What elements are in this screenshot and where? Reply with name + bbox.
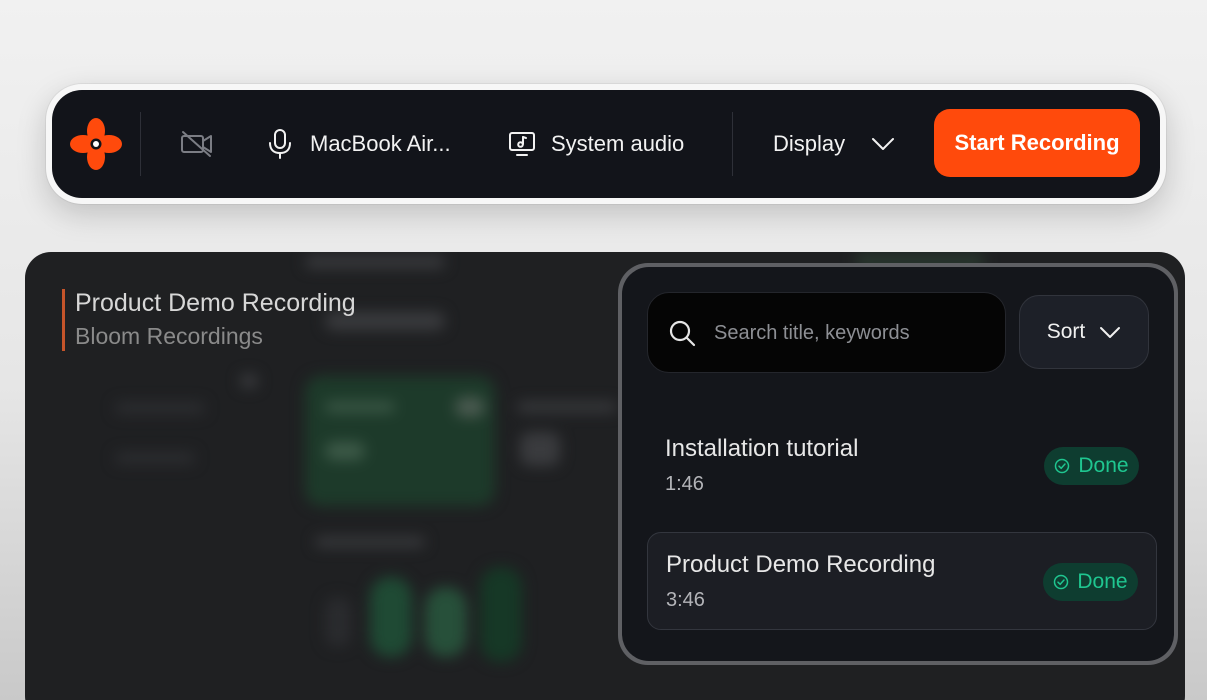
search-icon: [669, 320, 696, 347]
search-box: [647, 292, 1006, 373]
sort-label: Sort: [1046, 320, 1086, 343]
recording-duration: 1:46: [665, 473, 704, 495]
recordings-panel: Sort Installation tutorial 1:46 Done Pro…: [622, 267, 1174, 661]
status-badge: Done: [1043, 563, 1138, 601]
title-accent-bar: [62, 289, 65, 351]
system-audio-toggle[interactable]: System audio: [508, 124, 684, 164]
status-label: Done: [1077, 570, 1128, 593]
recording-item-selected[interactable]: Product Demo Recording 3:46 Done: [647, 532, 1157, 630]
toolbar-divider: [140, 112, 141, 176]
recording-title: Product Demo Recording: [666, 551, 936, 578]
system-audio-label: System audio: [551, 131, 685, 156]
start-recording-button[interactable]: Start Recording: [934, 109, 1140, 177]
display-label: Display: [773, 131, 846, 156]
search-input[interactable]: [714, 313, 994, 353]
recording-duration: 3:46: [666, 589, 705, 611]
chevron-down-icon: [872, 138, 895, 150]
recording-title: Installation tutorial: [665, 435, 859, 462]
check-circle-icon: [1054, 574, 1069, 590]
recording-item[interactable]: Installation tutorial 1:46 Done: [647, 417, 1157, 515]
check-circle-icon: [1055, 458, 1070, 474]
display-dropdown[interactable]: Display: [773, 124, 895, 164]
document-subtitle: Bloom Recordings: [75, 323, 263, 349]
monitor-audio-icon: [509, 132, 535, 156]
bloom-logo-icon: [70, 118, 122, 170]
recording-toolbar: MacBook Air... System audio Display Star…: [52, 90, 1160, 198]
document-title: Product Demo Recording: [75, 289, 356, 317]
camera-off-icon[interactable]: [180, 130, 214, 158]
status-label: Done: [1078, 454, 1129, 477]
chevron-down-icon: [1100, 327, 1121, 338]
microphone-label: MacBook Air...: [310, 131, 451, 156]
microphone-selector[interactable]: MacBook Air...: [266, 124, 451, 164]
toolbar-divider: [732, 112, 733, 176]
microphone-icon: [269, 129, 291, 159]
sort-button[interactable]: Sort: [1019, 295, 1149, 369]
status-badge: Done: [1044, 447, 1139, 485]
